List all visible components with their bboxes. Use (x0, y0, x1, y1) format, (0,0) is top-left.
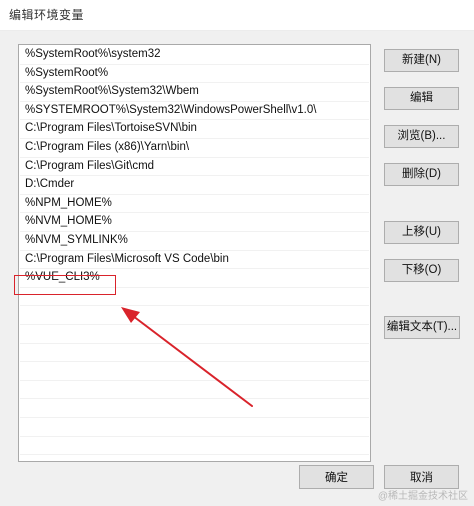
list-item[interactable]: %SystemRoot%\System32\Wbem (20, 83, 369, 102)
env-path-list[interactable]: %SystemRoot%\system32 %SystemRoot% %Syst… (18, 44, 371, 462)
edit-text-button[interactable]: 编辑文本(T)... (384, 316, 460, 339)
list-item[interactable]: C:\Program Files\Git\cmd (20, 158, 369, 177)
title-bar[interactable]: 编辑环境变量 (0, 0, 474, 31)
move-up-button[interactable]: 上移(U) (384, 221, 459, 244)
list-item-text: %NPM_HOME% (25, 196, 112, 209)
ok-button[interactable]: 确定 (299, 465, 374, 489)
list-item-text: C:\Program Files\TortoiseSVN\bin (25, 122, 197, 135)
move-down-button[interactable]: 下移(O) (384, 259, 459, 282)
list-item[interactable]: %SYSTEMROOT%\System32\WindowsPowerShell\… (20, 102, 369, 121)
empty-list-row[interactable] (20, 306, 369, 325)
list-item-text: C:\Program Files (x86)\Yarn\bin\ (25, 141, 190, 153)
new-button[interactable]: 新建(N) (384, 49, 459, 72)
list-item-text: %SystemRoot%\system32 (25, 48, 161, 60)
highlight-box (14, 275, 116, 295)
empty-list-row[interactable] (20, 418, 369, 437)
list-item-text: %SYSTEMROOT%\System32\WindowsPowerShell\… (25, 103, 317, 116)
list-item[interactable]: %SystemRoot%\system32 (20, 46, 369, 65)
list-item-text: C:\Program Files\Git\cmd (25, 159, 155, 172)
list-item[interactable]: C:\Program Files\Microsoft VS Code\bin (20, 251, 369, 270)
delete-button[interactable]: 删除(D) (384, 163, 459, 186)
list-item-text: %NVM_HOME% (25, 215, 112, 228)
list-item[interactable]: %NVM_SYMLINK% (20, 232, 369, 251)
list-item[interactable]: D:\Cmder (20, 176, 369, 195)
list-item[interactable]: %NPM_HOME% (20, 195, 369, 214)
empty-list-row[interactable] (20, 437, 369, 456)
browse-button[interactable]: 浏览(B)... (384, 125, 459, 148)
list-item-text: %SystemRoot%\System32\Wbem (25, 85, 199, 98)
empty-list-row[interactable] (20, 381, 369, 400)
empty-list-row[interactable] (20, 344, 369, 363)
empty-list-row[interactable] (20, 325, 369, 344)
cancel-button[interactable]: 取消 (384, 465, 459, 489)
watermark: @稀土掘金技术社区 (377, 491, 468, 502)
list-item[interactable]: %SystemRoot% (20, 65, 369, 84)
list-item-text: %SystemRoot% (25, 66, 109, 79)
empty-list-row[interactable] (20, 399, 369, 418)
edit-button[interactable]: 编辑 (384, 87, 459, 110)
list-item[interactable]: %NVM_HOME% (20, 213, 369, 232)
list-item[interactable]: C:\Program Files (x86)\Yarn\bin\ (20, 139, 369, 158)
list-item-text: C:\Program Files\Microsoft VS Code\bin (25, 252, 229, 265)
list-item[interactable]: C:\Program Files\TortoiseSVN\bin (20, 120, 369, 139)
empty-list-row[interactable] (20, 362, 369, 381)
edit-environment-variable-dialog: 编辑环境变量 %SystemRoot%\system32 %SystemRoot… (0, 0, 474, 506)
window-title: 编辑环境变量 (9, 8, 85, 22)
list-item-text: %NVM_SYMLINK% (25, 234, 128, 246)
list-item-text: D:\Cmder (25, 178, 75, 191)
